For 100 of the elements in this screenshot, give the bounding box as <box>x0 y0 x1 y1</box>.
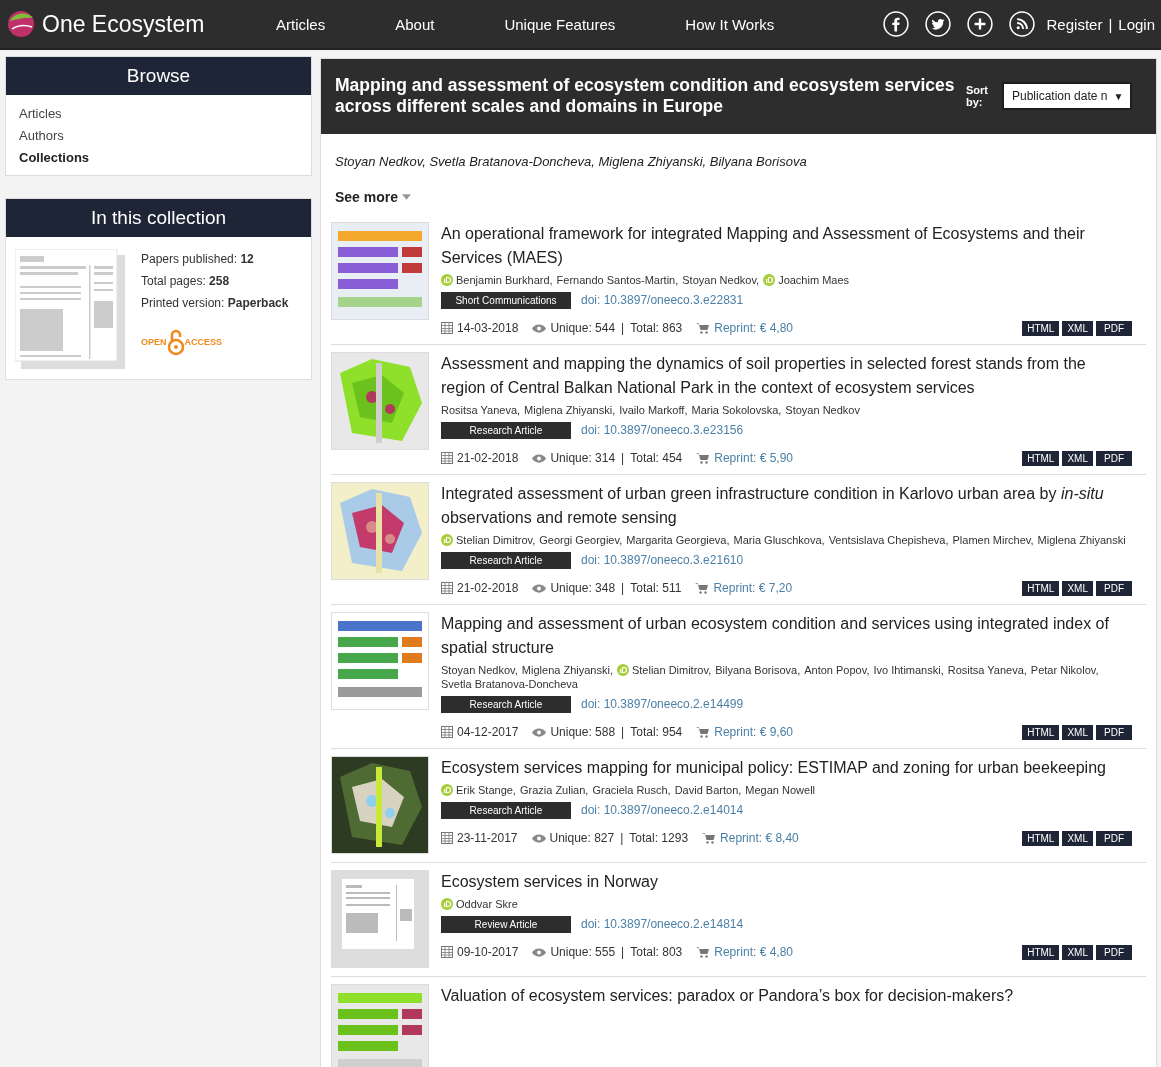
format-download-button[interactable]: PDF <box>1096 830 1132 846</box>
sort-dropdown[interactable]: Publication date n ▼ <box>1002 82 1132 111</box>
facebook-icon[interactable] <box>882 11 909 37</box>
doi-link[interactable]: doi: 10.3897/oneeco.3.e21610 <box>581 553 744 568</box>
article-title-link[interactable]: Ecosystem services in Norway <box>441 869 1146 894</box>
author-name[interactable]: Joachim Maes <box>763 273 850 286</box>
author-name[interactable]: David Barton, <box>674 783 742 796</box>
author-name[interactable]: Miglena Zhiyanski, <box>524 403 616 416</box>
format-download-button[interactable]: PDF <box>1096 724 1132 740</box>
article-type-label: Research Article <box>441 801 571 819</box>
author-name[interactable]: Rositsa Yaneva, <box>441 403 521 416</box>
author-name[interactable]: Petar Nikolov, <box>1030 663 1099 676</box>
author-name[interactable]: Anton Popov, <box>804 663 870 676</box>
see-more-link[interactable]: See more <box>335 188 412 205</box>
reprint-link[interactable]: Reprint: € 9,60 <box>714 725 793 740</box>
register-link[interactable]: Register <box>1046 15 1103 33</box>
author-name[interactable]: Georgi Georgiev, <box>539 533 623 546</box>
nav-link[interactable]: Unique Features <box>504 15 616 33</box>
format-download-button[interactable]: XML <box>1062 320 1093 336</box>
format-download-button[interactable]: HTML <box>1022 320 1060 336</box>
format-download-button[interactable]: PDF <box>1096 944 1132 960</box>
cart-icon <box>696 726 711 739</box>
panel-title: In this collection <box>6 199 311 237</box>
format-download-button[interactable]: HTML <box>1022 830 1060 846</box>
format-download-button[interactable]: XML <box>1062 944 1093 960</box>
publication-date: 21-02-2018 <box>457 581 519 596</box>
article-title-link[interactable]: Assessment and mapping the dynamics of soil properties in selected forest stands from the region of Central Balkan National Park in the context of ecosystem services <box>441 351 1146 400</box>
author-name[interactable]: Miglena Zhiyanski, <box>521 663 613 676</box>
author-name[interactable]: Stelian Dimitrov, <box>616 663 712 676</box>
separator: | <box>621 451 625 466</box>
publication-date: 09-10-2017 <box>457 945 519 960</box>
article-title-link[interactable]: Ecosystem services mapping for municipal policy: ESTIMAP and zoning for urban beekeeping <box>441 755 1146 780</box>
format-download-button[interactable]: PDF <box>1096 450 1132 466</box>
eye-icon <box>532 453 547 463</box>
browse-item[interactable]: Collections <box>19 147 90 169</box>
doi-link[interactable]: doi: 10.3897/oneeco.2.e14499 <box>581 697 744 712</box>
site-name: One Ecosystem <box>42 10 205 38</box>
author-name[interactable]: Stoyan Nedkov, <box>441 663 518 676</box>
author-name[interactable]: Stoyan Nedkov, <box>682 273 760 286</box>
author-name[interactable]: Maria Gluschkova, <box>733 533 825 546</box>
plus-icon[interactable] <box>966 11 993 37</box>
author-name[interactable]: Bilyana Borisova, <box>715 663 801 676</box>
rss-icon[interactable] <box>1008 11 1035 37</box>
doi-link[interactable]: doi: 10.3897/oneeco.3.e23156 <box>581 423 744 438</box>
reprint-link[interactable]: Reprint: € 4,80 <box>714 321 793 336</box>
author-name[interactable]: Plamen Mirchev, <box>952 533 1034 546</box>
open-access-label: ACCESS <box>184 337 223 347</box>
separator: | <box>620 831 624 846</box>
format-download-button[interactable]: XML <box>1062 450 1093 466</box>
format-download-button[interactable]: HTML <box>1022 580 1060 596</box>
doi-link[interactable]: doi: 10.3897/oneeco.2.e14814 <box>581 917 744 932</box>
article-title-link[interactable]: Integrated assessment of urban green infrastructure condition in Karlovo urban area by in-situ observations and remote sensing <box>441 481 1146 530</box>
author-name[interactable]: Ivo Ihtimanski, <box>873 663 944 676</box>
login-link[interactable]: Login <box>1118 15 1155 33</box>
reprint-link[interactable]: Reprint: € 4,80 <box>714 945 793 960</box>
author-name[interactable]: Rositsa Yaneva, <box>947 663 1027 676</box>
author-name[interactable]: Benjamin Burkhard, <box>441 273 553 286</box>
author-name[interactable]: Svetla Bratanova-Doncheva <box>441 677 578 690</box>
total-views: Total: 803 <box>630 945 683 960</box>
author-name[interactable]: Megan Nowell <box>745 783 816 796</box>
author-name[interactable]: Miglena Zhiyanski <box>1037 533 1126 546</box>
nav-link[interactable]: Articles <box>276 15 326 33</box>
author-name[interactable]: Grazia Zulian, <box>519 783 589 796</box>
reprint-link[interactable]: Reprint: € 7,20 <box>713 581 793 596</box>
cart-icon <box>696 322 711 335</box>
author-name[interactable]: Graciela Rusch, <box>592 783 671 796</box>
format-download-button[interactable]: XML <box>1062 580 1093 596</box>
author-name[interactable]: Ventsislava Chepisheva, <box>828 533 949 546</box>
doi-link[interactable]: doi: 10.3897/oneeco.3.e22831 <box>581 293 744 308</box>
format-download-button[interactable]: PDF <box>1096 320 1132 336</box>
author-name[interactable]: Fernando Santos-Martin, <box>556 273 679 286</box>
site-logo[interactable]: One Ecosystem <box>6 9 276 39</box>
author-name[interactable]: Maria Sokolovska, <box>691 403 782 416</box>
author-name[interactable]: Oddvar Skre <box>441 897 518 910</box>
doi-link[interactable]: doi: 10.3897/oneeco.2.e14014 <box>581 803 744 818</box>
author-name[interactable]: Margarita Georgieva, <box>626 533 730 546</box>
article-type-label: Research Article <box>441 695 571 713</box>
author-name[interactable]: Ivailo Markoff, <box>619 403 688 416</box>
nav-link[interactable]: About <box>395 15 435 33</box>
format-download-button[interactable]: HTML <box>1022 450 1060 466</box>
nav-link[interactable]: How It Works <box>685 15 775 33</box>
author-name[interactable]: Stoyan Nedkov <box>785 403 860 416</box>
unique-views: Unique: 544 <box>550 321 616 336</box>
reprint-link[interactable]: Reprint: € 8,40 <box>720 831 799 846</box>
browse-item[interactable]: Articles <box>19 103 62 125</box>
eye-icon <box>532 323 547 333</box>
reprint-link[interactable]: Reprint: € 5,90 <box>714 451 793 466</box>
format-download-button[interactable]: XML <box>1062 830 1093 846</box>
format-download-button[interactable]: PDF <box>1096 580 1132 596</box>
author-name[interactable]: Erik Stange, <box>441 783 516 796</box>
twitter-bird-icon[interactable] <box>924 11 951 37</box>
format-download-button[interactable]: HTML <box>1022 724 1060 740</box>
author-name[interactable]: Stelian Dimitrov, <box>441 533 536 546</box>
article-title-link[interactable]: An operational framework for integrated Mapping and Assessment of Ecosystems and their Services (MAES) <box>441 221 1146 270</box>
article-title-link[interactable]: Valuation of ecosystem services: paradox or Pandora’s box for decision-makers? <box>441 983 1146 1008</box>
article-placeholder-thumbnail[interactable] <box>331 869 429 968</box>
browse-item[interactable]: Authors <box>19 125 64 147</box>
format-download-button[interactable]: XML <box>1062 724 1093 740</box>
article-title-link[interactable]: Mapping and assessment of urban ecosystem condition and services using integrated index of spatial structure <box>441 611 1146 660</box>
format-download-button[interactable]: HTML <box>1022 944 1060 960</box>
